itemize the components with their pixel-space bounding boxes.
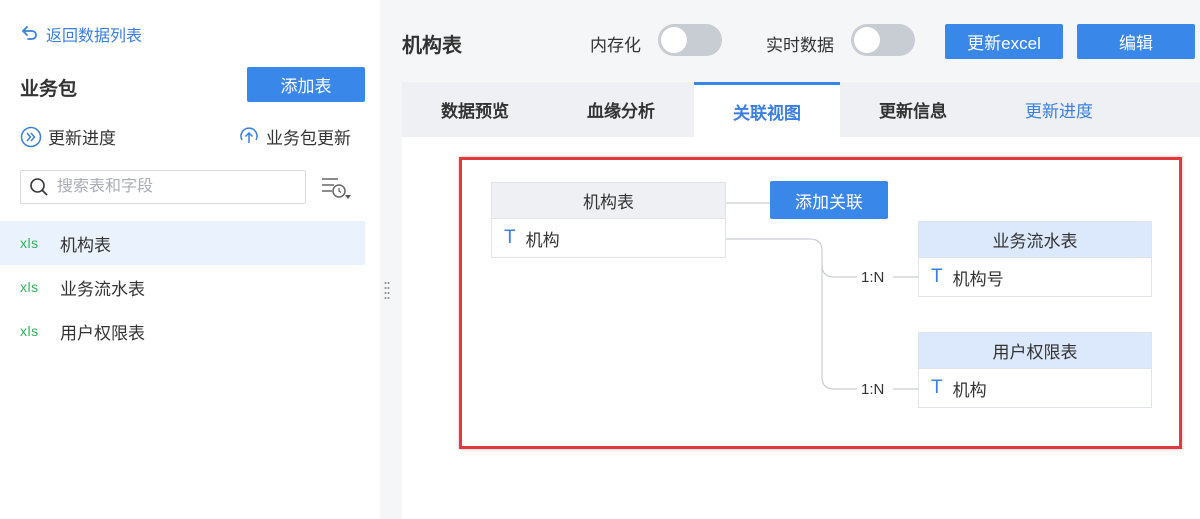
related-table-node-user-permission[interactable]: 用户权限表 T 机构 [918, 332, 1152, 408]
text-type-icon: T [931, 377, 943, 398]
field-name: 机构号 [952, 269, 1004, 289]
node-title: 业务流水表 [919, 222, 1151, 258]
node-title: 机构表 [492, 183, 725, 219]
add-relation-button[interactable]: 添加关联 [770, 181, 888, 219]
field-name: 机构 [952, 380, 987, 400]
node-field: T 机构号 [919, 258, 1151, 296]
node-title: 用户权限表 [919, 333, 1151, 369]
field-name: 机构 [525, 230, 560, 250]
node-field: T 机构 [919, 369, 1151, 407]
relation-cardinality-label: 1:N [861, 381, 885, 398]
text-type-icon: T [931, 266, 943, 287]
text-type-icon: T [504, 227, 516, 248]
node-field: T 机构 [492, 219, 725, 257]
relation-cardinality-label: 1:N [861, 269, 885, 286]
related-table-node-business-flow[interactable]: 业务流水表 T 机构号 [918, 221, 1152, 297]
main-table-node[interactable]: 机构表 T 机构 [491, 182, 726, 258]
